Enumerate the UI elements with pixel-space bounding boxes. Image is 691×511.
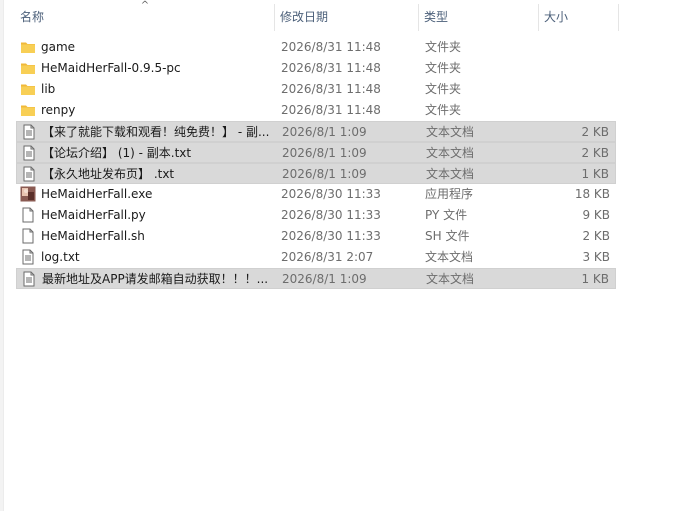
file-type: 文件夹 xyxy=(425,61,462,75)
file-name: 【永久地址发布页】 .txt xyxy=(42,167,175,181)
file-name: 【论坛介绍】 (1) - 副本.txt xyxy=(42,146,192,160)
text-file-icon xyxy=(21,145,37,161)
file-name: HeMaidHerFall.py xyxy=(41,208,146,222)
file-modified-date: 2026/8/31 11:48 xyxy=(281,103,381,117)
folder-icon xyxy=(20,102,36,118)
file-name: 最新地址及APP请发邮箱自动获取！！！... xyxy=(42,272,269,286)
file-modified-date: 2026/8/31 2:07 xyxy=(281,250,374,264)
file-modified-date: 2026/8/31 11:48 xyxy=(281,61,381,75)
file-type: 文本文档 xyxy=(426,272,475,286)
file-row[interactable]: HeMaidHerFall.sh 2026/8/30 11:33 SH 文件 2 KB xyxy=(16,226,616,247)
file-size: 2 KB xyxy=(581,146,609,160)
file-row[interactable]: 【来了就能下载和观看！纯免费！】 - 副... 2026/8/1 1:09 文本文档… xyxy=(16,121,616,142)
file-type: PY 文件 xyxy=(425,208,468,222)
folder-icon xyxy=(20,39,36,55)
folder-icon xyxy=(20,81,36,97)
file-type: 文件夹 xyxy=(425,103,462,117)
file-size: 1 KB xyxy=(581,167,609,181)
file-size: 9 KB xyxy=(582,208,610,222)
file-type: 文件夹 xyxy=(425,82,462,96)
file-modified-date: 2026/8/30 11:33 xyxy=(281,187,381,201)
file-modified-date: 2026/8/1 1:09 xyxy=(282,272,367,286)
file-name: game xyxy=(41,40,76,54)
file-type: 文本文档 xyxy=(426,146,475,160)
file-modified-date: 2026/8/31 11:48 xyxy=(281,82,381,96)
blank-file-icon xyxy=(20,228,36,244)
file-size: 18 KB xyxy=(574,187,610,201)
file-modified-date: 2026/8/31 11:48 xyxy=(281,40,381,54)
text-file-icon xyxy=(21,166,37,182)
column-divider[interactable] xyxy=(274,4,275,31)
file-size: 2 KB xyxy=(581,125,609,139)
file-row[interactable]: renpy 2026/8/31 11:48 文件夹 xyxy=(16,100,616,121)
file-row[interactable]: HeMaidHerFall-0.9.5-pc 2026/8/31 11:48 文件夹 xyxy=(16,58,616,79)
column-header-type[interactable]: 类型 xyxy=(420,4,538,31)
file-name: HeMaidHerFall-0.9.5-pc xyxy=(41,61,181,75)
file-row[interactable]: 【论坛介绍】 (1) - 副本.txt 2026/8/1 1:09 文本文档 2 KB xyxy=(16,142,616,163)
column-header-size[interactable]: 大小 xyxy=(540,4,618,31)
file-type: 文本文档 xyxy=(426,167,475,181)
file-type: 文本文档 xyxy=(426,125,475,139)
file-type: SH 文件 xyxy=(425,229,470,243)
file-explorer-window: 名称 ^ 修改日期 类型 大小 game 2026/8/31 11:48 文件夹 He… xyxy=(0,0,691,511)
file-modified-date: 2026/8/1 1:09 xyxy=(282,125,367,139)
file-row[interactable]: lib 2026/8/31 11:48 文件夹 xyxy=(16,79,616,100)
file-type: 应用程序 xyxy=(425,187,474,201)
file-name: HeMaidHerFall.exe xyxy=(41,187,153,201)
sort-ascending-icon: ^ xyxy=(140,0,150,11)
application-icon xyxy=(20,186,36,202)
column-divider[interactable] xyxy=(538,4,539,31)
file-list: game 2026/8/31 11:48 文件夹 HeMaidHerFall-0.9.… xyxy=(16,37,616,289)
file-name: HeMaidHerFall.sh xyxy=(41,229,145,243)
column-header-date[interactable]: 修改日期 xyxy=(276,4,418,31)
column-divider[interactable] xyxy=(418,4,419,31)
file-size: 3 KB xyxy=(582,250,610,264)
file-name: lib xyxy=(41,82,56,96)
navigation-pane-edge xyxy=(0,0,4,511)
text-file-icon xyxy=(20,249,36,265)
file-row[interactable]: HeMaidHerFall.py 2026/8/30 11:33 PY 文件 9 KB xyxy=(16,205,616,226)
file-type: 文本文档 xyxy=(425,250,474,264)
file-modified-date: 2026/8/1 1:09 xyxy=(282,146,367,160)
file-name: log.txt xyxy=(41,250,80,264)
file-type: 文件夹 xyxy=(425,40,462,54)
blank-file-icon xyxy=(20,207,36,223)
file-row[interactable]: 【永久地址发布页】 .txt 2026/8/1 1:09 文本文档 1 KB xyxy=(16,163,616,184)
column-divider[interactable] xyxy=(618,4,619,31)
file-size: 1 KB xyxy=(581,272,609,286)
file-row[interactable]: HeMaidHerFall.exe 2026/8/30 11:33 应用程序 18 K… xyxy=(16,184,616,205)
column-header-bar: 名称 ^ 修改日期 类型 大小 xyxy=(16,0,619,31)
file-row[interactable]: log.txt 2026/8/31 2:07 文本文档 3 KB xyxy=(16,247,616,268)
file-size: 2 KB xyxy=(582,229,610,243)
file-modified-date: 2026/8/1 1:09 xyxy=(282,167,367,181)
file-name: renpy xyxy=(41,103,76,117)
file-name: 【来了就能下载和观看！纯免费！】 - 副... xyxy=(42,125,270,139)
text-file-icon xyxy=(21,124,37,140)
file-modified-date: 2026/8/30 11:33 xyxy=(281,229,381,243)
text-file-icon xyxy=(21,271,37,287)
file-modified-date: 2026/8/30 11:33 xyxy=(281,208,381,222)
file-row[interactable]: 最新地址及APP请发邮箱自动获取！！！... 2026/8/1 1:09 文本文档 1… xyxy=(16,268,616,289)
file-row[interactable]: game 2026/8/31 11:48 文件夹 xyxy=(16,37,616,58)
folder-icon xyxy=(20,60,36,76)
